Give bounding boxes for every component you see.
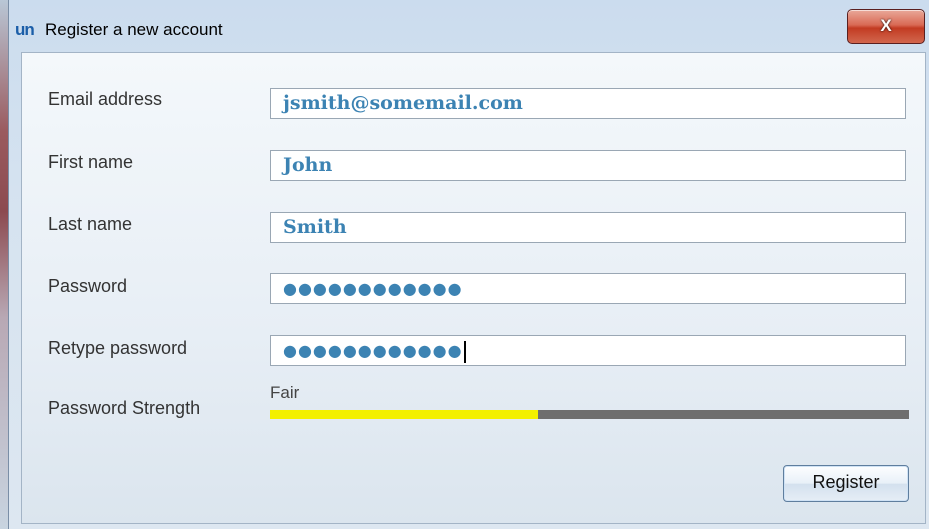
form-panel: Email address jsmith@somemail.com First … — [21, 52, 926, 524]
first-name-field[interactable]: John — [270, 150, 906, 181]
app-logo-icon: un — [15, 20, 35, 39]
last-name-field[interactable]: Smith — [270, 212, 906, 243]
text-caret — [463, 340, 466, 363]
retype-password-label: Retype password — [48, 338, 188, 358]
window-title: Register a new account — [45, 20, 223, 39]
password-field[interactable]: ●●●●●●●●●●●● — [270, 273, 906, 304]
register-dialog: un Register a new account X Email addres… — [8, 0, 929, 529]
register-button[interactable]: Register — [783, 465, 909, 502]
email-label: Email address — [48, 89, 163, 109]
password-label: Password — [48, 276, 128, 296]
password-strength-fill — [270, 410, 539, 419]
retype-password-value: ●●●●●●●●●●●● — [283, 341, 463, 360]
password-strength-value: Fair — [270, 383, 300, 402]
password-strength-bar — [270, 410, 909, 419]
close-icon: X — [880, 16, 892, 35]
last-name-label: Last name — [48, 214, 133, 234]
close-button[interactable]: X — [847, 9, 925, 44]
retype-password-field[interactable]: ●●●●●●●●●●●● — [270, 335, 906, 366]
title-bar[interactable]: un Register a new account X — [9, 0, 929, 52]
first-name-label: First name — [48, 152, 134, 172]
password-strength-label: Password Strength — [48, 398, 201, 418]
email-field[interactable]: jsmith@somemail.com — [270, 88, 906, 119]
